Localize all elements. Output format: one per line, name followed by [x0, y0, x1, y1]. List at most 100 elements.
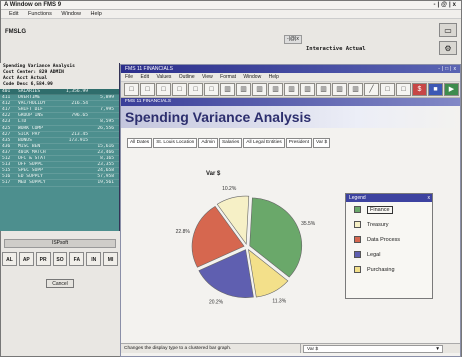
front-window-controls[interactable]: -|□|x [438, 65, 458, 73]
table-cell: OFC & STAT [18, 156, 46, 162]
gear-icon[interactable]: ⚙ [439, 41, 457, 55]
table-cell: BONUS [18, 137, 32, 143]
tab-fa[interactable]: FA [69, 252, 85, 266]
toolbar-button-icon[interactable]: □ [124, 83, 139, 96]
toolbar-button-icon[interactable]: □ [204, 83, 219, 96]
status-bar: Changes the display type to a clustered … [121, 343, 460, 353]
toolbar-button-icon[interactable]: ╱ [364, 83, 379, 96]
toolbar-button-icon[interactable]: □ [156, 83, 171, 96]
table-cell [60, 168, 88, 173]
close-icon[interactable]: x [428, 194, 431, 202]
filter-department[interactable]: Admin [198, 138, 218, 148]
table-cell: VAC/HOLIDY [18, 101, 46, 107]
status-message: Changes the display type to a clustered … [121, 344, 301, 353]
tab-mi[interactable]: MI [103, 252, 119, 266]
toolbar-button-icon[interactable]: ▥ [300, 83, 315, 96]
toolbar-button-icon[interactable]: □ [380, 83, 395, 96]
window-icon[interactable]: ▭ [439, 23, 457, 37]
back-menu-edit[interactable]: Edit [9, 11, 18, 17]
toolbar-button-icon[interactable]: ▥ [268, 83, 283, 96]
report-subtitle-bar: FMS 11 FINANCIALS [121, 98, 460, 106]
tab-al[interactable]: AL [2, 252, 17, 266]
table-cell: 23,355 [97, 162, 114, 168]
back-menu-window[interactable]: Window [61, 11, 81, 17]
cancel-button[interactable]: Cancel [46, 279, 74, 288]
inner-window-controls[interactable]: -|@|x [284, 35, 302, 44]
toolbar-button-icon[interactable]: □ [172, 83, 187, 96]
menu-view[interactable]: View [202, 74, 213, 80]
tab-so[interactable]: SO [52, 252, 68, 266]
table-cell [60, 107, 88, 112]
toolbar-button-icon[interactable]: □ [396, 83, 411, 96]
menu-edit[interactable]: Edit [140, 74, 149, 80]
legend-swatch [354, 236, 361, 243]
table-cell: 423 [2, 119, 11, 125]
menu-file[interactable]: File [125, 74, 133, 80]
legend-item-finance[interactable]: Finance [346, 202, 432, 217]
filter-dates[interactable]: All Dates [127, 138, 153, 148]
filter-president[interactable]: President [285, 138, 313, 148]
table-cell: 515 [2, 168, 11, 174]
toolbar-button-icon[interactable]: ▥ [348, 83, 363, 96]
terminal-heading: Spending Variance Analysis Cost Center: … [0, 63, 119, 89]
back-window-controls[interactable]: -|@|x [433, 1, 458, 10]
footer-title: ISPsoft [4, 239, 116, 248]
menu-format[interactable]: Format [220, 74, 236, 80]
table-cell: 411 [2, 95, 11, 101]
legend-item-treasury[interactable]: Treasury [346, 217, 432, 232]
table-cell: OVERTIME [18, 95, 41, 101]
menu-outline[interactable]: Outline [179, 74, 195, 80]
table-cell: 7,995 [100, 107, 114, 113]
table-cell [60, 150, 88, 155]
table-cell: 23,466 [97, 149, 114, 155]
filter-measure[interactable]: Var $ [313, 138, 331, 148]
table-cell: 24,658 [97, 168, 114, 174]
chevron-down-icon[interactable]: ▼ [435, 346, 440, 353]
app-label: FMSLG [5, 29, 26, 35]
menu-values[interactable]: Values [156, 74, 171, 80]
filter-account[interactable]: Salaries [218, 138, 243, 148]
table-cell: 26,556 [97, 125, 114, 131]
toolbar-button-icon[interactable]: ▶ [444, 83, 459, 96]
table-cell: LTD [18, 119, 27, 125]
table-cell: 173.915 [68, 137, 88, 143]
back-window-titlebar[interactable]: A Window on FMS 9 -|@|x [1, 1, 461, 10]
filter-legal-entities[interactable]: All Legal Entities [243, 138, 285, 148]
legend-panel[interactable]: Legend x Finance Treasury Data Process L… [345, 193, 433, 299]
toolbar-button-icon[interactable]: ▥ [332, 83, 347, 96]
table-cell [60, 156, 88, 161]
front-window-titlebar[interactable]: FMS 11 FINANCIALS -|□|x [121, 65, 460, 73]
menu-window[interactable]: Window [243, 74, 261, 80]
tab-ap[interactable]: AP [18, 252, 34, 266]
legend-titlebar[interactable]: Legend x [346, 194, 432, 202]
table-row[interactable]: 517 MED SUPPLY 19,561 [0, 180, 119, 187]
toolbar-button-icon[interactable]: ▥ [220, 83, 235, 96]
toolbar-button-icon[interactable]: ■ [428, 83, 443, 96]
table-cell [88, 138, 116, 143]
legend-item-data-process[interactable]: Data Process [346, 232, 432, 247]
table-cell [60, 162, 88, 167]
legend-item-legal[interactable]: Legal [346, 247, 432, 262]
tab-in[interactable]: IN [86, 252, 102, 266]
table-cell: 213.45 [71, 131, 88, 137]
toolbar-button-icon[interactable]: ▥ [252, 83, 267, 96]
toolbar-button-icon[interactable]: ▥ [236, 83, 251, 96]
back-menu-functions[interactable]: Functions [28, 11, 52, 17]
table-cell [60, 180, 88, 185]
measure-select[interactable]: Var $ ▼ [303, 345, 443, 353]
menu-help[interactable]: Help [269, 74, 279, 80]
toolbar-button-icon[interactable]: □ [188, 83, 203, 96]
toolbar-button-icon[interactable]: ▥ [316, 83, 331, 96]
legend-item-purchasing[interactable]: Purchasing [346, 262, 432, 277]
tab-pr[interactable]: PR [35, 252, 51, 266]
toolbar-button-icon[interactable]: ▥ [284, 83, 299, 96]
legend-label: Data Process [367, 236, 401, 243]
pie-data-label: 11.3% [272, 299, 286, 305]
toolbar-button-icon[interactable]: $ [412, 83, 427, 96]
front-window-title: FMS 11 FINANCIALS [125, 66, 173, 72]
toolbar-button-icon[interactable]: □ [140, 83, 155, 96]
table-cell: 412 [2, 101, 11, 107]
back-menu-help[interactable]: Help [91, 11, 102, 17]
filter-location[interactable]: St. Louis Location [153, 138, 198, 148]
table-cell [88, 113, 116, 118]
